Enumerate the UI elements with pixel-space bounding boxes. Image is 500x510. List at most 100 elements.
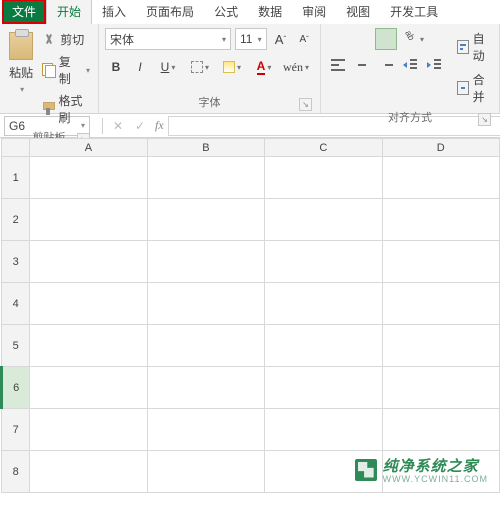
align-bottom-button[interactable] [375, 28, 397, 50]
formula-confirm-button[interactable]: ✓ [129, 116, 151, 136]
row-header[interactable]: 4 [2, 283, 30, 325]
copy-dropdown-icon[interactable]: ▾ [86, 66, 90, 75]
worksheet-grid[interactable]: A B C D 12345678 纯净系统之家 WWW.YCWIN11.COM [0, 138, 500, 498]
cell[interactable] [30, 367, 147, 409]
phonetic-guide-button[interactable]: wén▾ [281, 56, 311, 78]
align-top-button[interactable] [327, 28, 349, 50]
cell[interactable] [30, 325, 147, 367]
col-header-b[interactable]: B [147, 139, 264, 157]
fx-icon[interactable]: fx [155, 118, 164, 133]
italic-button[interactable]: I [129, 56, 151, 78]
cell[interactable] [30, 409, 147, 451]
wrap-text-button[interactable]: 自动 [453, 28, 493, 66]
row-header[interactable]: 6 [2, 367, 30, 409]
font-size-value: 11 [240, 32, 252, 46]
paste-dropdown-icon[interactable]: ▾ [20, 85, 24, 94]
cell[interactable] [147, 157, 264, 199]
grow-font-button[interactable]: Aˆ [271, 28, 291, 50]
cell[interactable] [30, 241, 147, 283]
phonetic-icon: wén [283, 60, 303, 75]
cell[interactable] [147, 199, 264, 241]
cell[interactable] [382, 199, 499, 241]
chevron-down-icon: ▾ [254, 35, 262, 44]
row-header[interactable]: 2 [2, 199, 30, 241]
tab-developer[interactable]: 开发工具 [380, 0, 448, 24]
shrink-font-button[interactable]: Aˇ [294, 28, 314, 50]
alignment-dialog-launcher[interactable] [478, 113, 491, 126]
orientation-button[interactable]: ▾ [399, 28, 429, 50]
cell[interactable] [147, 325, 264, 367]
group-alignment: ▾ 自动 合并 [321, 24, 500, 113]
row-header[interactable]: 7 [2, 409, 30, 451]
chevron-down-icon: ▾ [237, 63, 241, 72]
align-right-button[interactable] [375, 54, 397, 76]
col-header-c[interactable]: C [265, 139, 382, 157]
wrap-text-icon [457, 40, 469, 54]
tab-insert[interactable]: 插入 [92, 0, 136, 24]
cell[interactable] [147, 367, 264, 409]
font-size-combo[interactable]: 11 ▾ [235, 28, 267, 50]
bold-button[interactable]: B [105, 56, 127, 78]
cell[interactable] [382, 367, 499, 409]
decrease-indent-button[interactable] [399, 54, 421, 76]
formula-cancel-button[interactable]: ✕ [107, 116, 129, 136]
tab-review[interactable]: 审阅 [292, 0, 336, 24]
underline-icon: U [161, 60, 170, 74]
chevron-down-icon: ▾ [305, 63, 309, 72]
cell[interactable] [265, 283, 382, 325]
orientation-icon [404, 32, 418, 46]
tab-data[interactable]: 数据 [248, 0, 292, 24]
cell[interactable] [265, 325, 382, 367]
font-color-button[interactable]: A▾ [249, 56, 279, 78]
align-left-button[interactable] [327, 54, 349, 76]
row-header[interactable]: 5 [2, 325, 30, 367]
merge-center-button[interactable]: 合并 [453, 69, 493, 107]
cell[interactable] [30, 283, 147, 325]
row-header[interactable]: 3 [2, 241, 30, 283]
cell[interactable] [382, 409, 499, 451]
border-button[interactable]: ▾ [185, 56, 215, 78]
tab-file[interactable]: 文件 [2, 0, 46, 24]
cell[interactable] [265, 157, 382, 199]
merge-label: 合并 [473, 71, 489, 105]
tab-home[interactable]: 开始 [46, 0, 92, 24]
cell[interactable] [382, 157, 499, 199]
col-header-a[interactable]: A [30, 139, 147, 157]
cell[interactable] [147, 451, 264, 493]
row-header[interactable]: 8 [2, 451, 30, 493]
cell[interactable] [265, 241, 382, 283]
cell[interactable] [382, 241, 499, 283]
align-center-button[interactable] [351, 54, 373, 76]
fill-color-button[interactable]: ▾ [217, 56, 247, 78]
font-dialog-launcher[interactable] [299, 98, 312, 111]
cell[interactable] [30, 199, 147, 241]
paste-button[interactable]: 粘贴 ▾ [6, 28, 36, 127]
cell[interactable] [265, 367, 382, 409]
increase-indent-button[interactable] [423, 54, 445, 76]
align-center-icon [355, 59, 369, 71]
cell[interactable] [265, 409, 382, 451]
cut-button[interactable]: 剪切 [40, 30, 92, 49]
font-color-icon: A [257, 60, 266, 75]
col-header-d[interactable]: D [382, 139, 499, 157]
font-name-combo[interactable]: 宋体 ▾ [105, 28, 231, 50]
underline-button[interactable]: U▾ [153, 56, 183, 78]
tab-formulas[interactable]: 公式 [204, 0, 248, 24]
tab-page-layout[interactable]: 页面布局 [136, 0, 204, 24]
table-row: 7 [2, 409, 500, 451]
copy-button[interactable]: 复制 ▾ [40, 52, 92, 88]
cell[interactable] [147, 283, 264, 325]
align-middle-button[interactable] [351, 28, 373, 50]
cell[interactable] [382, 325, 499, 367]
watermark: 纯净系统之家 WWW.YCWIN11.COM [355, 455, 488, 484]
cell[interactable] [147, 241, 264, 283]
cell[interactable] [30, 157, 147, 199]
tab-view[interactable]: 视图 [336, 0, 380, 24]
select-all-corner[interactable] [2, 139, 30, 157]
cell[interactable] [265, 199, 382, 241]
row-header[interactable]: 1 [2, 157, 30, 199]
cell[interactable] [147, 409, 264, 451]
cell[interactable] [382, 283, 499, 325]
cell[interactable] [30, 451, 147, 493]
format-painter-button[interactable]: 格式刷 [40, 91, 92, 127]
